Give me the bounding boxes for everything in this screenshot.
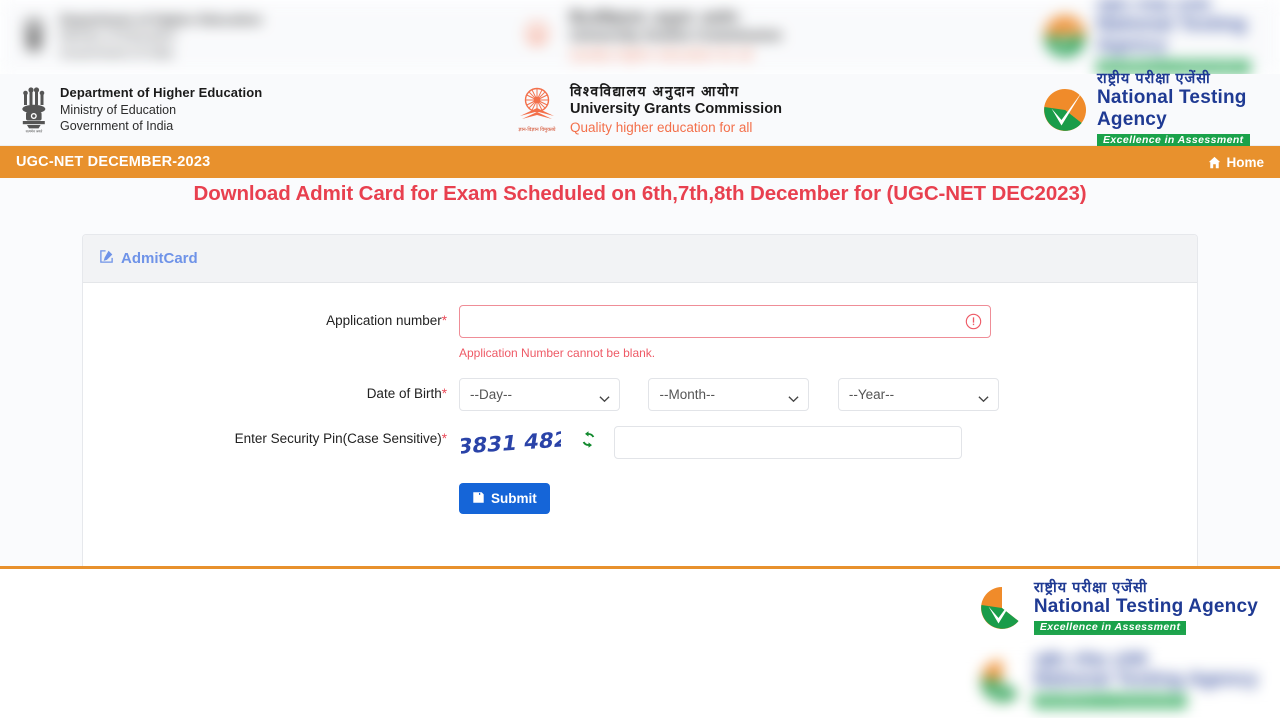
nta-checkmark-icon xyxy=(1044,15,1086,57)
captcha-text: 3831 482 xyxy=(461,427,561,459)
national-emblem-icon: सत्यमेव जयते xyxy=(18,86,50,134)
blur-nta-logo: राष्ट्रीय परीक्षा एजेंसी National Testin… xyxy=(1042,0,1280,74)
ugc-logo: ज्ञान-विज्ञान विमुक्तये विश्वविद्यालय अन… xyxy=(514,82,782,137)
application-number-label-text: Application number xyxy=(326,313,442,328)
dob-month-select[interactable]: --Month-- xyxy=(648,378,810,411)
dept-line3: Government of India xyxy=(60,119,174,134)
ugc-motto: ज्ञान-विज्ञान विमुक्तये xyxy=(518,126,556,133)
application-number-label: Application number* xyxy=(83,305,459,328)
exam-navbar: UGC-NET DECEMBER-2023 Home xyxy=(0,146,1280,178)
page-content: Download Admit Card for Exam Scheduled o… xyxy=(0,178,1280,570)
footer-nta-logo: राष्ट्रीय परीक्षा एजेंसी National Testin… xyxy=(979,579,1258,636)
ugc-chakra-icon xyxy=(520,87,554,119)
nav-home-label: Home xyxy=(1226,154,1264,170)
blur-footer-nta-band: Excellence in Assessment xyxy=(1033,694,1187,709)
site-footer: राष्ट्रीय परीक्षा एजेंसी National Testin… xyxy=(0,569,1280,646)
ugc-english-title: University Grants Commission xyxy=(570,101,782,118)
site-header: सत्यमेव जयते Department of Higher Educat… xyxy=(0,71,1280,148)
card-header: AdmitCard xyxy=(83,235,1197,283)
blur-ugc-logo: विश्वविद्यालय अनुदान आयोग University Gra… xyxy=(514,9,782,64)
date-of-birth-row: Date of Birth* --Day-- --Month-- --Year-… xyxy=(83,378,1197,411)
svg-text:सत्यमेव जयते: सत्यमेव जयते xyxy=(26,128,43,133)
blur-ugc-tagline: Quality higher education for all xyxy=(570,46,753,62)
blur-footer-nta-english: National Testing Agency xyxy=(1033,669,1258,691)
admit-card-form: Application number* Application Number c… xyxy=(83,283,1197,514)
footer-nta-hindi: राष्ट्रीय परीक्षा एजेंसी xyxy=(1033,579,1148,596)
blur-dept-line2: Ministry of Education xyxy=(60,29,177,44)
footer-nta-english: National Testing Agency xyxy=(1033,596,1258,618)
required-asterisk: * xyxy=(441,431,447,446)
nta-checkmark-icon xyxy=(980,586,1023,629)
blur-nta-hindi: राष्ट्रीय परीक्षा एजेंसी xyxy=(1097,0,1211,14)
submit-row: Submit xyxy=(83,467,1197,514)
security-pin-row: Enter Security Pin(Case Sensitive)* 3831… xyxy=(83,423,1197,461)
admit-card-panel: AdmitCard Application number* Applicatio… xyxy=(82,234,1198,570)
home-icon xyxy=(1208,156,1221,169)
refresh-icon xyxy=(580,431,597,451)
blur-footer-nta-logo: राष्ट्रीय परीक्षा एजेंसी National Testin… xyxy=(979,652,1258,709)
nta-checkmark-icon xyxy=(1044,88,1087,131)
blur-dept-logo: Department of Higher Education Ministry … xyxy=(18,11,262,61)
nav-home-link[interactable]: Home xyxy=(1208,155,1264,170)
footer-nta-band: Excellence in Assessment xyxy=(1033,621,1187,636)
navbar-title: UGC-NET DECEMBER-2023 xyxy=(16,154,211,170)
ugc-hindi-title: विश्वविद्यालय अनुदान आयोग xyxy=(570,83,740,100)
dept-line2: Ministry of Education xyxy=(60,102,177,117)
required-asterisk: * xyxy=(441,313,447,328)
save-icon xyxy=(472,491,485,507)
dept-line1: Department of Higher Education xyxy=(60,85,263,101)
submit-button-label: Submit xyxy=(491,491,537,506)
dob-year-select[interactable]: --Year-- xyxy=(837,378,999,411)
captcha-refresh-button[interactable] xyxy=(580,431,597,451)
page-title: Download Admit Card for Exam Scheduled o… xyxy=(193,182,1087,205)
security-pin-label-text: Enter Security Pin(Case Sensitive) xyxy=(234,431,442,446)
application-number-error: Application Number cannot be blank. xyxy=(459,346,656,360)
blurred-top-strip: Department of Higher Education Ministry … xyxy=(0,0,1280,74)
blur-nta-english: National Testing Agency xyxy=(1097,13,1247,57)
date-of-birth-label: Date of Birth* xyxy=(83,378,459,401)
nta-english-title: National Testing Agency xyxy=(1097,87,1247,130)
application-number-row: Application number* Application Number c… xyxy=(83,305,1197,360)
submit-button[interactable]: Submit xyxy=(459,483,550,514)
captcha-image: 3831 482 xyxy=(459,423,563,461)
blur-dept-line3: Government of India xyxy=(60,45,174,60)
submit-spacer xyxy=(83,467,459,490)
blur-ugc-english: University Grants Commission xyxy=(570,27,782,44)
nta-logo: राष्ट्रीय परीक्षा एजेंसी National Testin… xyxy=(1042,71,1280,148)
blurred-bottom-strip: राष्ट्रीय परीक्षा एजेंसी National Testin… xyxy=(0,646,1280,718)
dob-day-select[interactable]: --Day-- xyxy=(459,378,620,411)
date-of-birth-label-text: Date of Birth xyxy=(366,386,442,401)
national-emblem-icon xyxy=(18,12,50,60)
nta-hindi-title: राष्ट्रीय परीक्षा एजेंसी xyxy=(1097,71,1211,88)
blur-dept-line1: Department of Higher Education xyxy=(60,11,263,27)
blur-footer-nta-hindi: राष्ट्रीय परीक्षा एजेंसी xyxy=(1033,652,1148,669)
ugc-chakra-icon xyxy=(514,12,560,60)
card-header-label: AdmitCard xyxy=(121,250,198,267)
department-logo: सत्यमेव जयते Department of Higher Educat… xyxy=(18,84,262,134)
application-number-input[interactable] xyxy=(459,305,991,338)
blur-ugc-hindi: विश्वविद्यालय अनुदान आयोग xyxy=(570,9,740,26)
ugc-tagline: Quality higher education for all xyxy=(570,120,753,136)
required-asterisk: * xyxy=(441,386,447,401)
security-pin-input[interactable] xyxy=(614,426,962,459)
security-pin-label: Enter Security Pin(Case Sensitive)* xyxy=(83,423,459,446)
edit-square-icon xyxy=(99,249,114,269)
nta-checkmark-icon xyxy=(980,659,1023,702)
